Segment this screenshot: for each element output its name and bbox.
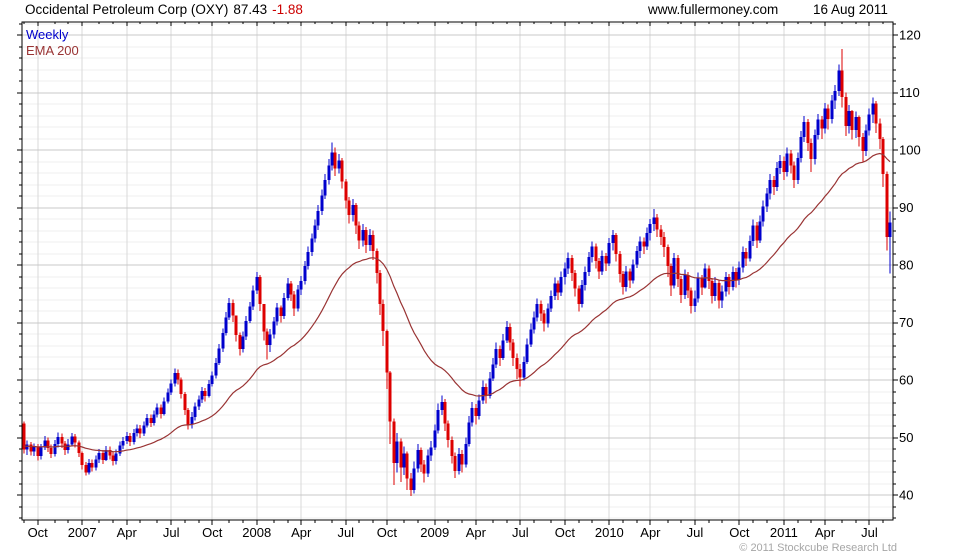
- quote-date: 16 Aug 2011: [813, 2, 888, 17]
- legend-weekly-label: Weekly: [26, 27, 69, 42]
- svg-text:Jul: Jul: [861, 525, 878, 540]
- svg-text:80: 80: [899, 258, 913, 273]
- price-change: -1.88: [272, 2, 303, 17]
- y-axis-labels: 40 50 60 70 80 90 100 110 120: [899, 28, 921, 503]
- svg-text:Apr: Apr: [291, 525, 312, 540]
- svg-text:90: 90: [899, 200, 913, 215]
- svg-text:Oct: Oct: [555, 525, 576, 540]
- website-link[interactable]: www.fullermoney.com: [648, 2, 778, 17]
- svg-text:50: 50: [899, 430, 913, 445]
- svg-text:Apr: Apr: [640, 525, 661, 540]
- svg-text:40: 40: [899, 488, 913, 503]
- svg-text:Apr: Apr: [466, 525, 487, 540]
- ema-line: [23, 152, 891, 453]
- last-price: 87.43: [233, 2, 268, 17]
- svg-text:Apr: Apr: [117, 525, 138, 540]
- svg-text:Jul: Jul: [163, 525, 180, 540]
- grid-layer: [22, 22, 893, 520]
- svg-text:Oct: Oct: [377, 525, 398, 540]
- legend-ema-label: EMA 200: [26, 43, 79, 58]
- svg-text:Apr: Apr: [815, 525, 836, 540]
- copyright-text: © 2011 Stockcube Research Ltd: [739, 542, 897, 554]
- x-axis-labels: Oct 2007 Apr Jul Oct 2008 Apr Jul Oct 2009 Apr Jul O…: [28, 525, 878, 540]
- svg-text:120: 120: [899, 28, 921, 43]
- instrument-name: Occidental Petroleum Corp (OXY): [25, 2, 229, 17]
- svg-text:60: 60: [899, 373, 913, 388]
- svg-text:Jul: Jul: [512, 525, 529, 540]
- svg-text:2008: 2008: [242, 525, 271, 540]
- svg-text:100: 100: [899, 143, 921, 158]
- svg-text:2009: 2009: [420, 525, 449, 540]
- svg-text:70: 70: [899, 315, 913, 330]
- svg-text:Jul: Jul: [687, 525, 704, 540]
- svg-text:Oct: Oct: [28, 525, 49, 540]
- price-chart: 40 50 60 70 80 90 100 110 120 Oct 2007 Apr Jul Oct 200…: [17, 21, 921, 540]
- axis-ticks: [17, 22, 898, 525]
- chart-window: 40 50 60 70 80 90 100 110 120 Oct 2007 Apr Jul Oct 200…: [0, 0, 980, 560]
- svg-text:2011: 2011: [770, 525, 798, 540]
- svg-text:Jul: Jul: [337, 525, 354, 540]
- svg-text:2010: 2010: [595, 525, 624, 540]
- svg-text:2007: 2007: [68, 525, 97, 540]
- svg-text:110: 110: [899, 85, 920, 100]
- svg-text:Oct: Oct: [202, 525, 223, 540]
- svg-text:Oct: Oct: [729, 525, 750, 540]
- plot-border: [21, 21, 894, 521]
- chart-header: Occidental Petroleum Corp (OXY) 87.43 -1.8…: [25, 2, 303, 17]
